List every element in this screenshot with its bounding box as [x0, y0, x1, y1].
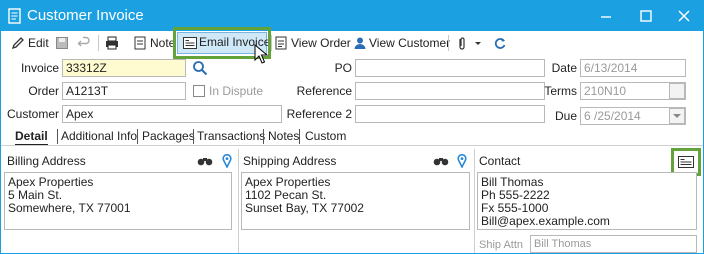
close-button[interactable] — [673, 6, 695, 26]
refresh-button[interactable] — [493, 34, 509, 52]
document-icon — [275, 36, 287, 50]
in-dispute-checkbox[interactable] — [193, 85, 205, 97]
save-icon — [56, 37, 68, 49]
billing-address-box[interactable]: Apex Properties 5 Main St. Somewhere, TX… — [4, 172, 232, 230]
terms-label: Terms — [544, 84, 577, 98]
po-field[interactable] — [355, 59, 545, 77]
po-label: PO — [334, 61, 352, 75]
binoculars-icon[interactable] — [197, 155, 213, 167]
print-button[interactable] — [105, 34, 121, 52]
tab-additional-info[interactable]: Additional Info — [61, 127, 137, 145]
billing-address-title: Billing Address — [7, 154, 86, 168]
binoculars-icon[interactable] — [433, 155, 449, 167]
edit-button[interactable]: Edit — [11, 34, 51, 52]
save-button[interactable] — [55, 34, 71, 52]
contact-box[interactable]: Bill Thomas Ph 555-2222 Fx 555-1000 Bill… — [477, 172, 697, 230]
paperclip-icon — [459, 37, 465, 50]
contact-card-icon[interactable] — [678, 156, 694, 168]
billing-line: Somewhere, TX 77001 — [8, 201, 131, 215]
reference2-field[interactable] — [355, 105, 545, 123]
map-pin-icon[interactable] — [222, 154, 232, 168]
invoice-app-icon — [7, 8, 23, 24]
dropdown-arrow-icon — [475, 42, 481, 45]
shipping-line: Sunset Bay, TX 77002 — [245, 201, 364, 215]
reference-field[interactable] — [355, 82, 545, 100]
undo-icon — [77, 36, 90, 47]
order-field[interactable]: A1213T — [62, 82, 186, 100]
view-customer-label: View Customer — [369, 36, 451, 50]
in-dispute-label: In Dispute — [209, 84, 264, 98]
due-label: Due — [554, 109, 577, 123]
tab-detail[interactable]: Detail — [15, 127, 48, 145]
note-label: Note — [150, 36, 176, 50]
ship-attn-field[interactable]: Bill Thomas — [530, 235, 697, 253]
maximize-button[interactable] — [635, 6, 657, 26]
invoice-label: Invoice — [20, 61, 59, 75]
contact-title: Contact — [479, 154, 521, 168]
view-order-label: View Order — [291, 36, 351, 50]
terms-lookup-button[interactable] — [669, 83, 685, 99]
due-date-dropdown[interactable] — [669, 108, 685, 124]
date-label: Date — [551, 61, 577, 75]
customer-invoice-window: Customer Invoice Edit Note View Order Vi… — [0, 0, 704, 254]
tab-transactions[interactable]: Transactions — [197, 127, 265, 145]
printer-icon — [106, 36, 118, 50]
minimize-button[interactable] — [595, 6, 617, 26]
shipping-address-title: Shipping Address — [243, 154, 337, 168]
tab-packages[interactable]: Packages — [142, 127, 195, 145]
edit-label: Edit — [28, 36, 49, 50]
order-label: Order — [28, 84, 59, 98]
reference2-label: Reference 2 — [286, 107, 352, 121]
tab-custom[interactable]: Custom — [305, 127, 346, 145]
title-bar[interactable]: Customer Invoice — [1, 1, 703, 31]
map-pin-icon[interactable] — [457, 154, 467, 168]
attachment-button[interactable] — [456, 34, 484, 52]
note-button[interactable]: Note — [134, 34, 176, 52]
undo-button[interactable] — [77, 34, 93, 52]
tab-divider — [1, 145, 703, 146]
tab-notes[interactable]: Notes — [268, 127, 299, 145]
date-field[interactable]: 6/13/2014 — [580, 59, 686, 77]
invoice-field[interactable]: 33312Z — [62, 59, 186, 77]
reference-label: Reference — [296, 84, 352, 98]
ship-attn-label: Ship Attn — [479, 239, 524, 251]
customer-field[interactable]: Apex — [62, 105, 282, 123]
contact-line: Bill@apex.example.com — [481, 214, 610, 228]
shipping-address-box[interactable]: Apex Properties 1102 Pecan St. Sunset Ba… — [241, 172, 470, 230]
view-order-button[interactable]: View Order — [275, 34, 351, 52]
view-customer-button[interactable]: View Customer — [353, 34, 450, 52]
panel-divider — [474, 149, 475, 253]
chevron-down-icon — [673, 114, 681, 118]
pencil-icon — [11, 37, 24, 50]
toolbar: Edit Note View Order View Customer — [1, 31, 703, 55]
customer-label: Customer — [6, 107, 59, 121]
refresh-icon — [494, 38, 506, 49]
mouse-cursor-icon — [254, 44, 269, 64]
panel-divider — [238, 149, 239, 253]
window-title: Customer Invoice — [27, 7, 144, 24]
note-icon — [134, 36, 146, 50]
user-icon — [354, 37, 366, 49]
search-icon[interactable] — [192, 60, 208, 76]
